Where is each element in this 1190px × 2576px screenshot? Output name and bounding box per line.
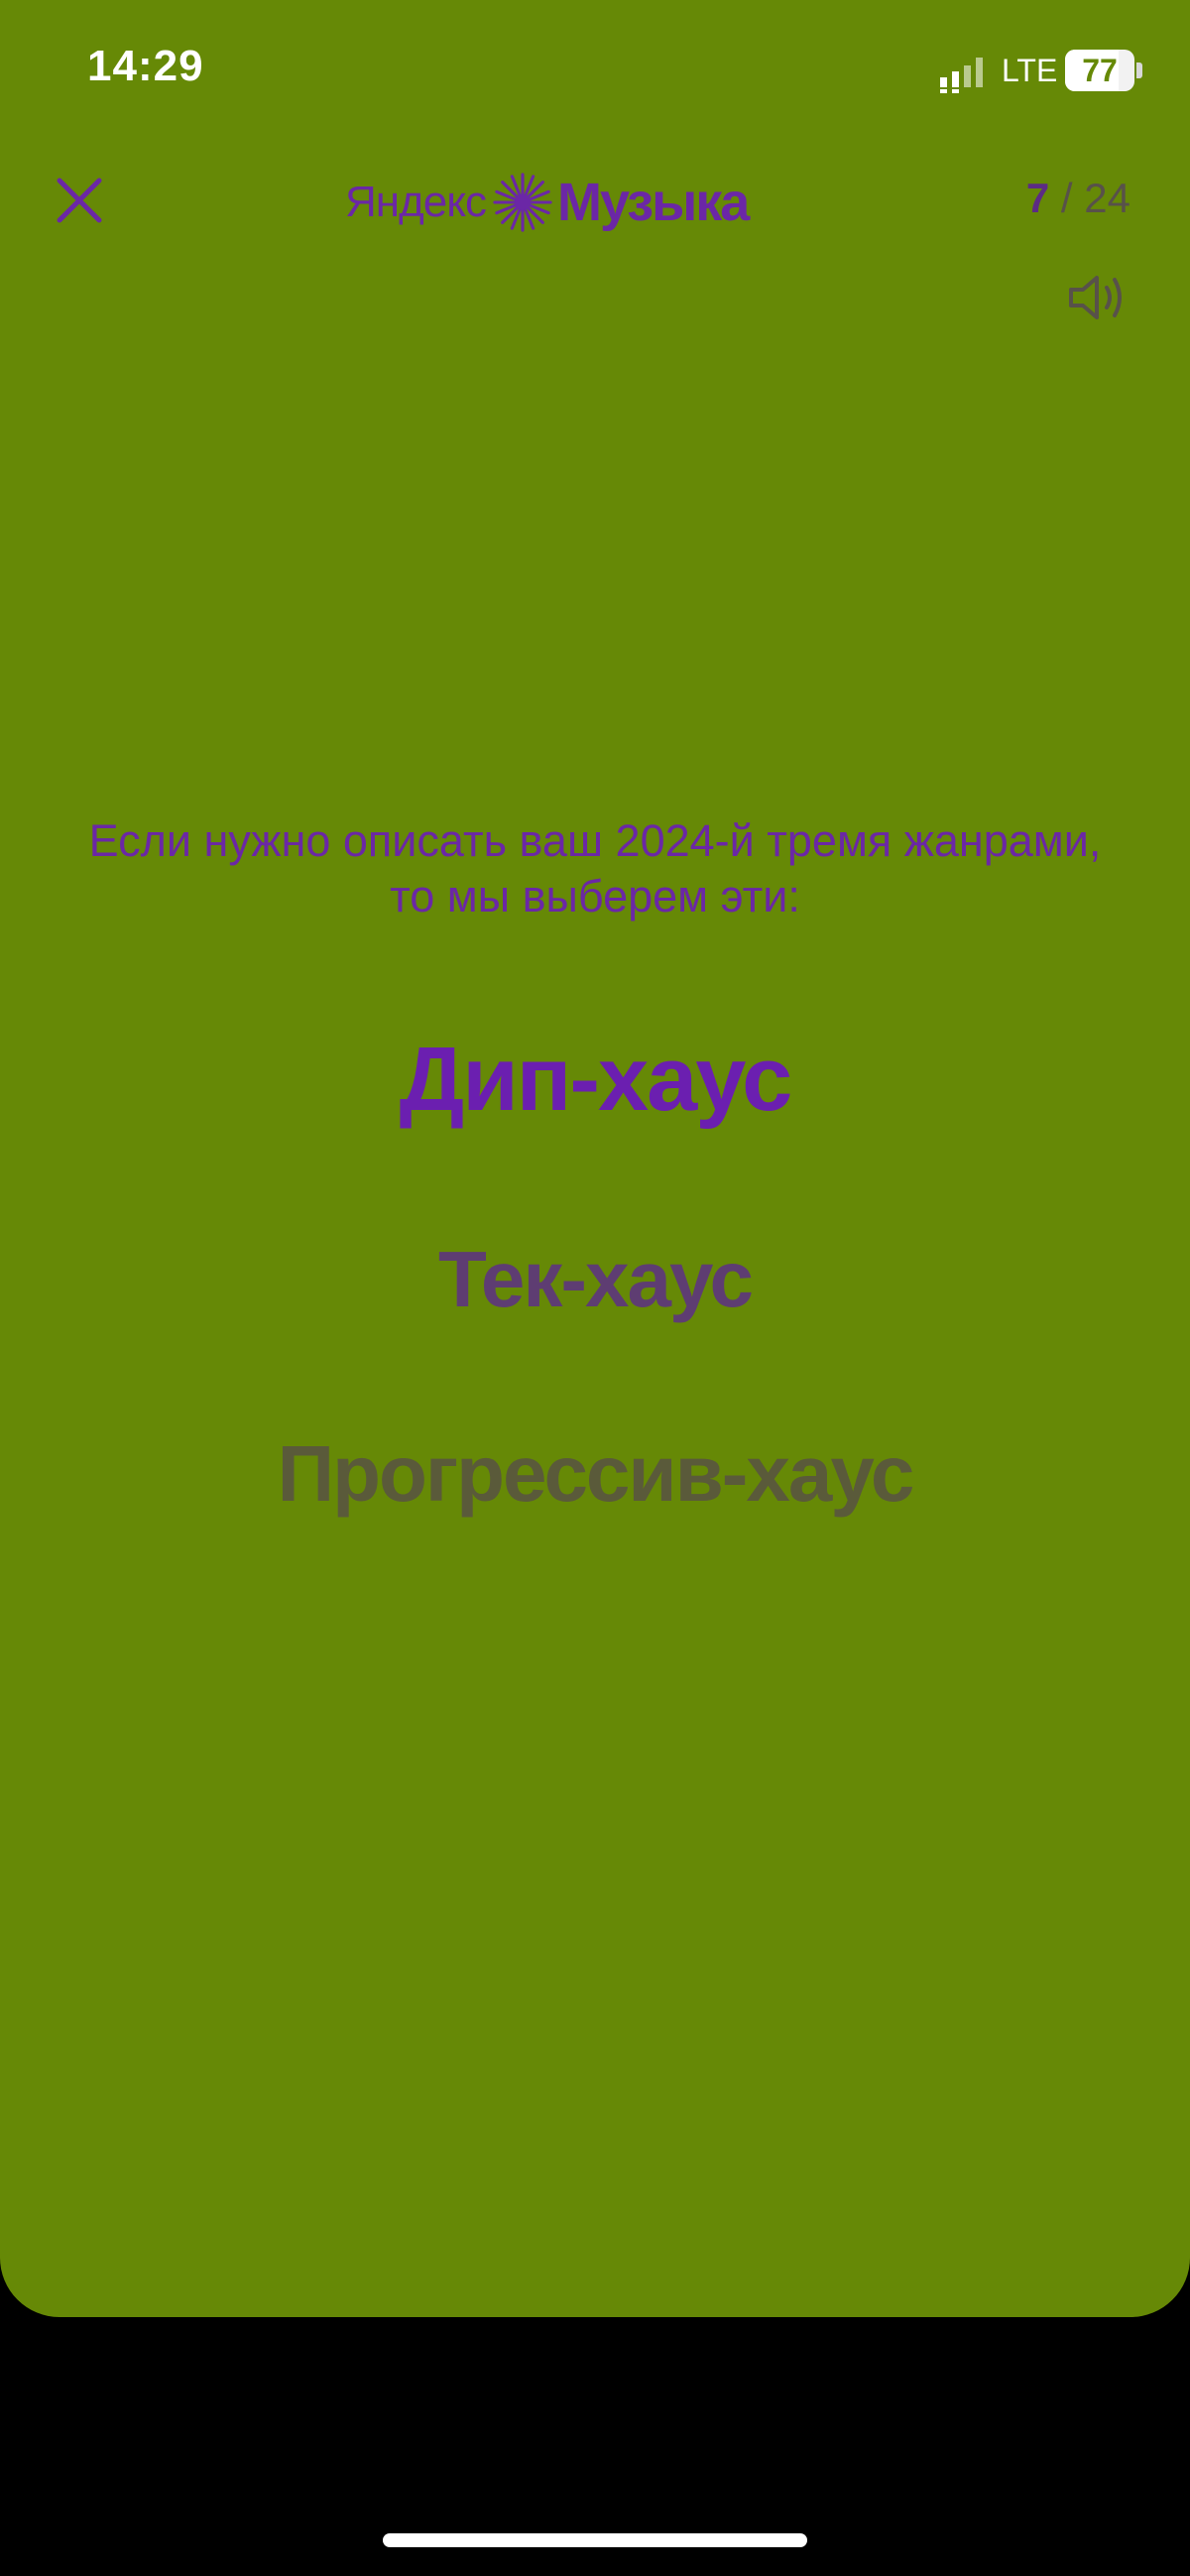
battery-tip (1136, 62, 1142, 78)
intro-line-1: Если нужно описать ваш 2024-й тремя жанр… (88, 815, 1102, 866)
genre-2: Тек-хаус (437, 1235, 754, 1323)
close-icon[interactable] (50, 171, 109, 230)
intro-line-2: то мы выберем эти: (390, 871, 800, 921)
speaker-icon[interactable] (1067, 270, 1129, 325)
story-pager: 7 / 24 (1026, 175, 1130, 222)
pager-total: 24 (1084, 175, 1130, 221)
story-card: 14:29 LTE 77 Яндекс Музыка 7 / 24 Если н… (0, 0, 1190, 2317)
logo-yandex-text: Яндекс (345, 178, 487, 226)
status-time: 14:29 (87, 42, 204, 90)
battery-percent: 77 (1082, 53, 1118, 88)
pager-separator: / (1049, 175, 1085, 221)
network-type: LTE (1002, 53, 1058, 88)
home-indicator[interactable] (383, 2533, 807, 2547)
intro-text: Если нужно описать ваш 2024-й тремя жанр… (0, 813, 1190, 924)
signal-bars-icon (940, 58, 983, 93)
logo-music-text: Музыка (556, 173, 750, 232)
app-logo: Яндекс Музыка (345, 167, 851, 238)
battery-icon: 77 (1065, 50, 1134, 91)
genre-1: Дип-хаус (399, 1029, 793, 1130)
genre-3: Прогрессив-хаус (277, 1429, 915, 1518)
yandex-music-star-icon (493, 173, 552, 232)
pager-current: 7 (1025, 175, 1050, 221)
